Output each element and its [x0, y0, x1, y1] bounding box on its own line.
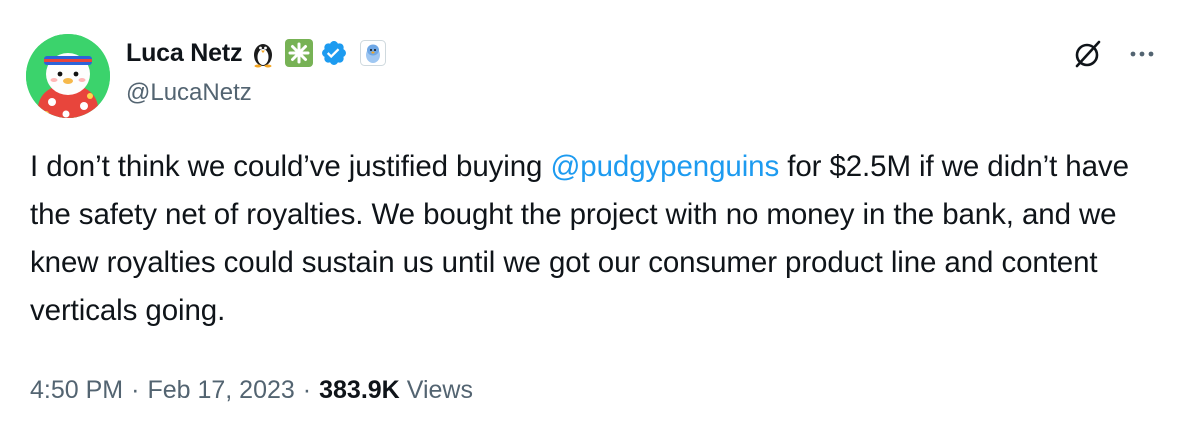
tweet-text: I don’t think we could’ve justified buyi… [30, 143, 1160, 335]
tweet-text-part-1: I don’t think we could’ve justified buyi… [30, 150, 551, 183]
avatar[interactable] [26, 34, 110, 118]
grok-icon[interactable] [1068, 34, 1108, 74]
verified-badge-icon[interactable] [320, 39, 348, 67]
sparkle-emoji-icon [284, 38, 314, 68]
more-icon[interactable] [1122, 34, 1162, 74]
tweet-meta: 4:50 PM · Feb 17, 2023 · 383.9K Views [30, 370, 473, 410]
pudgy-penguin-avatar-icon [26, 34, 110, 118]
meta-separator: · [131, 376, 140, 404]
tweet-date[interactable]: Feb 17, 2023 [147, 370, 294, 410]
mention-link[interactable]: @pudgypenguins [550, 150, 779, 183]
penguin-emoji-icon [248, 38, 278, 68]
author-handle[interactable]: @LucaNetz [126, 78, 252, 108]
views-label: Views [406, 376, 473, 404]
tweet-time[interactable]: 4:50 PM [30, 370, 123, 410]
author-name-row: Luca Netz [126, 36, 387, 70]
meta-separator: · [302, 376, 312, 404]
views-count: 383.9K [319, 376, 400, 404]
affiliate-badge-icon[interactable] [360, 40, 387, 66]
author-display-name[interactable]: Luca Netz [126, 38, 242, 68]
tweet-card: Luca Netz @LucaNetz I don’t think we cou… [0, 0, 1188, 442]
